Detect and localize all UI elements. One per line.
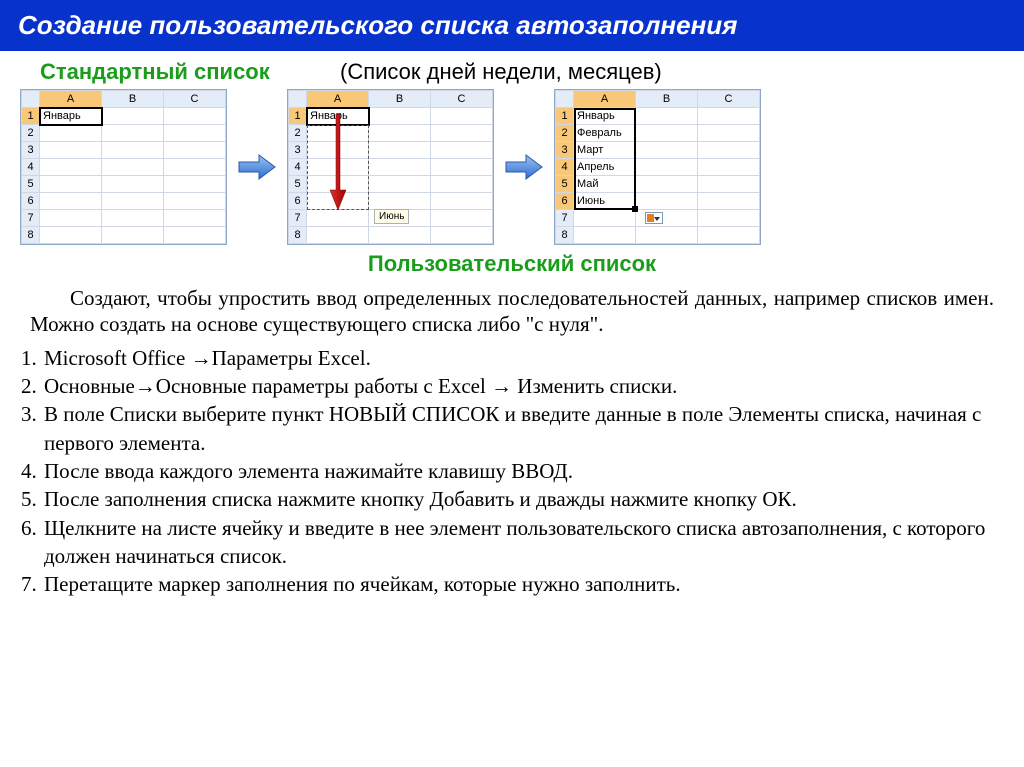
row-header: 1 bbox=[22, 108, 40, 125]
arrow-right-icon bbox=[502, 152, 546, 182]
col-header: A bbox=[40, 91, 102, 108]
step-item: В поле Списки выберите пункт НОВЫЙ СПИСО… bbox=[42, 400, 994, 457]
step-item: После ввода каждого элемента нажимайте к… bbox=[42, 457, 994, 485]
autofill-options-icon bbox=[645, 212, 663, 224]
cell: Июнь bbox=[574, 193, 636, 210]
step-item: Щелкните на листе ячейку и введите в нее… bbox=[42, 514, 994, 571]
cell: Март bbox=[574, 142, 636, 159]
panels-row: A B C 1Январь 2 3 4 5 6 7 8 A B C 1Январ… bbox=[0, 85, 1024, 245]
drag-down-arrow-icon bbox=[328, 112, 348, 212]
step-item: Основные→Основные параметры работы с Exc… bbox=[42, 372, 994, 400]
step-item: Microsoft Office →Параметры Excel. bbox=[42, 344, 994, 372]
col-header: C bbox=[164, 91, 226, 108]
steps-list: Microsoft Office →Параметры Excel. Основ… bbox=[0, 344, 1024, 599]
cell: Февраль bbox=[574, 125, 636, 142]
col-header: B bbox=[102, 91, 164, 108]
heading-example: (Список дней недели, месяцев) bbox=[340, 59, 984, 85]
cell: Апрель bbox=[574, 159, 636, 176]
excel-panel-2: A B C 1Январь 2 3 4 5 6 7 8 Июнь bbox=[287, 89, 494, 245]
cell: Май bbox=[574, 176, 636, 193]
fill-tooltip: Июнь bbox=[374, 209, 409, 224]
fill-handle-icon bbox=[632, 206, 638, 212]
arrow-right-icon bbox=[235, 152, 279, 182]
cell: Январь bbox=[574, 108, 636, 125]
title-bar: Создание пользовательского списка автоза… bbox=[0, 0, 1024, 51]
step-item: После заполнения списка нажмите кнопку Д… bbox=[42, 485, 994, 513]
page-title: Создание пользовательского списка автоза… bbox=[18, 10, 1006, 41]
cell-a1: Январь bbox=[40, 108, 102, 125]
step-item: Перетащите маркер заполнения по ячейкам,… bbox=[42, 570, 994, 598]
heading-row: Стандартный список (Список дней недели, … bbox=[0, 51, 1024, 85]
heading-standard-list: Стандартный список bbox=[40, 59, 340, 85]
excel-panel-3: A B C 1Январь 2Февраль 3Март 4Апрель 5Ма… bbox=[554, 89, 761, 245]
description-paragraph: Создают, чтобы упростить ввод определенн… bbox=[0, 281, 1024, 344]
heading-user-list: Пользовательский список bbox=[0, 245, 1024, 281]
excel-panel-1: A B C 1Январь 2 3 4 5 6 7 8 bbox=[20, 89, 227, 245]
